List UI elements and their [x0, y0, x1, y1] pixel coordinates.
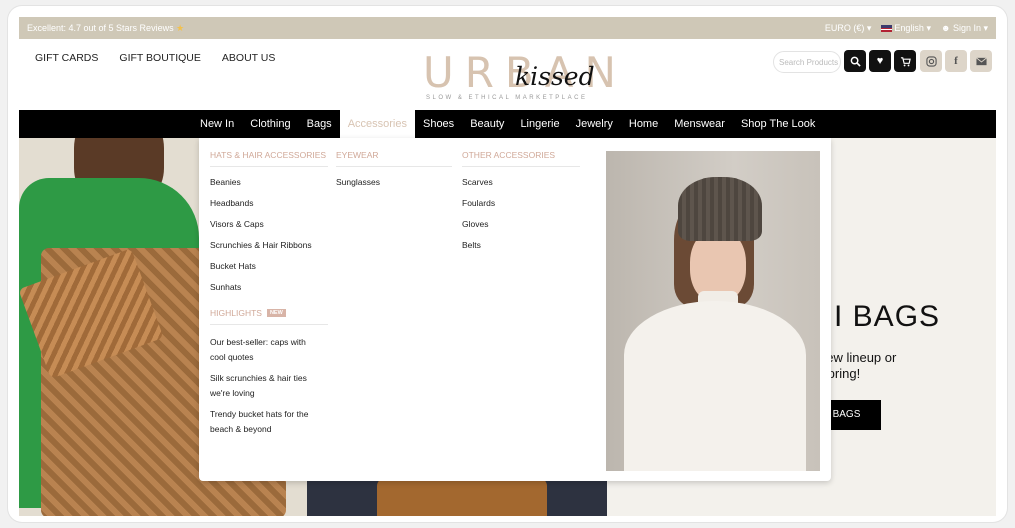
- email-icon[interactable]: [970, 50, 992, 72]
- hats-heading[interactable]: HATS & HAIR ACCESSORIES: [210, 150, 328, 167]
- highlight-item-scrunchies[interactable]: Silk scrunchies & hair ties we're loving: [210, 371, 322, 401]
- gift-cards-link[interactable]: GIFT CARDS: [35, 52, 98, 64]
- highlights-label: HIGHLIGHTS: [210, 308, 262, 318]
- accessories-mega-menu: HATS & HAIR ACCESSORIES Beanies Headband…: [199, 138, 831, 481]
- nav-shop-the-look[interactable]: Shop The Look: [733, 110, 823, 138]
- site-header: GIFT CARDS GIFT BOUTIQUE ABOUT US URBAN …: [19, 39, 996, 110]
- menu-item-sunhats[interactable]: Sunhats: [210, 282, 328, 303]
- about-us-link[interactable]: ABOUT US: [222, 52, 275, 64]
- new-badge: NEW: [266, 309, 286, 317]
- highlight-item-caps[interactable]: Our best-seller: caps with cool quotes: [210, 335, 322, 365]
- menu-item-scrunchies[interactable]: Scrunchies & Hair Ribbons: [210, 240, 328, 261]
- nav-accessories[interactable]: Accessories: [339, 110, 415, 138]
- gift-boutique-link[interactable]: GIFT BOUTIQUE: [119, 52, 200, 64]
- hats-column: HATS & HAIR ACCESSORIES Beanies Headband…: [210, 150, 328, 443]
- language-label: English ▾: [894, 22, 931, 33]
- logo-tagline: SLOW & ETHICAL MARKETPLACE: [426, 95, 588, 101]
- facebook-icon[interactable]: f: [945, 50, 967, 72]
- us-flag-icon: [881, 24, 893, 32]
- logo-script: kissed: [515, 62, 595, 91]
- signin-label: Sign In ▾: [952, 22, 988, 33]
- nav-bags[interactable]: Bags: [299, 110, 340, 138]
- other-accessories-heading[interactable]: OTHER ACCESSORIES: [462, 150, 580, 167]
- review-text[interactable]: Excellent: 4.7 out of 5 Stars Reviews: [27, 23, 174, 33]
- menu-item-headbands[interactable]: Headbands: [210, 198, 328, 219]
- site: Excellent: 4.7 out of 5 Stars Reviews ★ …: [19, 17, 996, 516]
- search-input[interactable]: Search Products: [773, 51, 841, 73]
- nav-beauty[interactable]: Beauty: [462, 110, 512, 138]
- star-icon: ★: [173, 22, 185, 33]
- nav-clothing[interactable]: Clothing: [242, 110, 298, 138]
- highlights-heading: HIGHLIGHTS NEW: [210, 308, 328, 325]
- nav-jewelry[interactable]: Jewelry: [568, 110, 621, 138]
- menu-item-foulards[interactable]: Foulards: [462, 198, 580, 219]
- nav-home[interactable]: Home: [621, 110, 666, 138]
- main-navigation: New In Clothing Bags Accessories Shoes B…: [19, 110, 996, 138]
- instagram-icon[interactable]: [920, 50, 942, 72]
- nav-shoes[interactable]: Shoes: [415, 110, 462, 138]
- header-links: GIFT CARDS GIFT BOUTIQUE ABOUT US: [35, 52, 275, 64]
- menu-item-visors-caps[interactable]: Visors & Caps: [210, 219, 328, 240]
- eyewear-heading[interactable]: EYEWEAR: [336, 150, 452, 167]
- user-icon: ☻: [940, 22, 953, 33]
- nav-lingerie[interactable]: Lingerie: [512, 110, 567, 138]
- currency-selector[interactable]: EURO (€) ▾: [825, 23, 872, 34]
- top-announcement-bar: Excellent: 4.7 out of 5 Stars Reviews ★ …: [19, 17, 996, 39]
- menu-item-gloves[interactable]: Gloves: [462, 219, 580, 240]
- menu-item-sunglasses[interactable]: Sunglasses: [336, 177, 452, 198]
- nav-new-in[interactable]: New In: [192, 110, 242, 138]
- language-selector[interactable]: English ▾: [881, 23, 931, 34]
- site-logo[interactable]: URBAN kissed SLOW & ETHICAL MARKETPLACE: [423, 48, 616, 108]
- eyewear-column: EYEWEAR Sunglasses: [336, 150, 452, 198]
- menu-promo-image[interactable]: [606, 151, 820, 471]
- nav-menswear[interactable]: Menswear: [666, 110, 733, 138]
- other-accessories-column: OTHER ACCESSORIES Scarves Foulards Glove…: [462, 150, 580, 261]
- highlight-item-bucket-hats[interactable]: Trendy bucket hats for the beach & beyon…: [210, 407, 322, 437]
- hero-title: I BAGS: [834, 300, 941, 333]
- search-icon[interactable]: [844, 50, 866, 72]
- heart-icon[interactable]: ♥: [869, 50, 891, 72]
- menu-item-scarves[interactable]: Scarves: [462, 177, 580, 198]
- hero-subtitle: new lineup or Spring!: [819, 350, 897, 381]
- menu-item-beanies[interactable]: Beanies: [210, 177, 328, 198]
- signin-link[interactable]: ☻ Sign In ▾: [941, 23, 988, 34]
- cart-icon[interactable]: [894, 50, 916, 72]
- menu-item-bucket-hats[interactable]: Bucket Hats: [210, 261, 328, 282]
- browser-frame: Excellent: 4.7 out of 5 Stars Reviews ★ …: [8, 6, 1007, 522]
- menu-item-belts[interactable]: Belts: [462, 240, 580, 261]
